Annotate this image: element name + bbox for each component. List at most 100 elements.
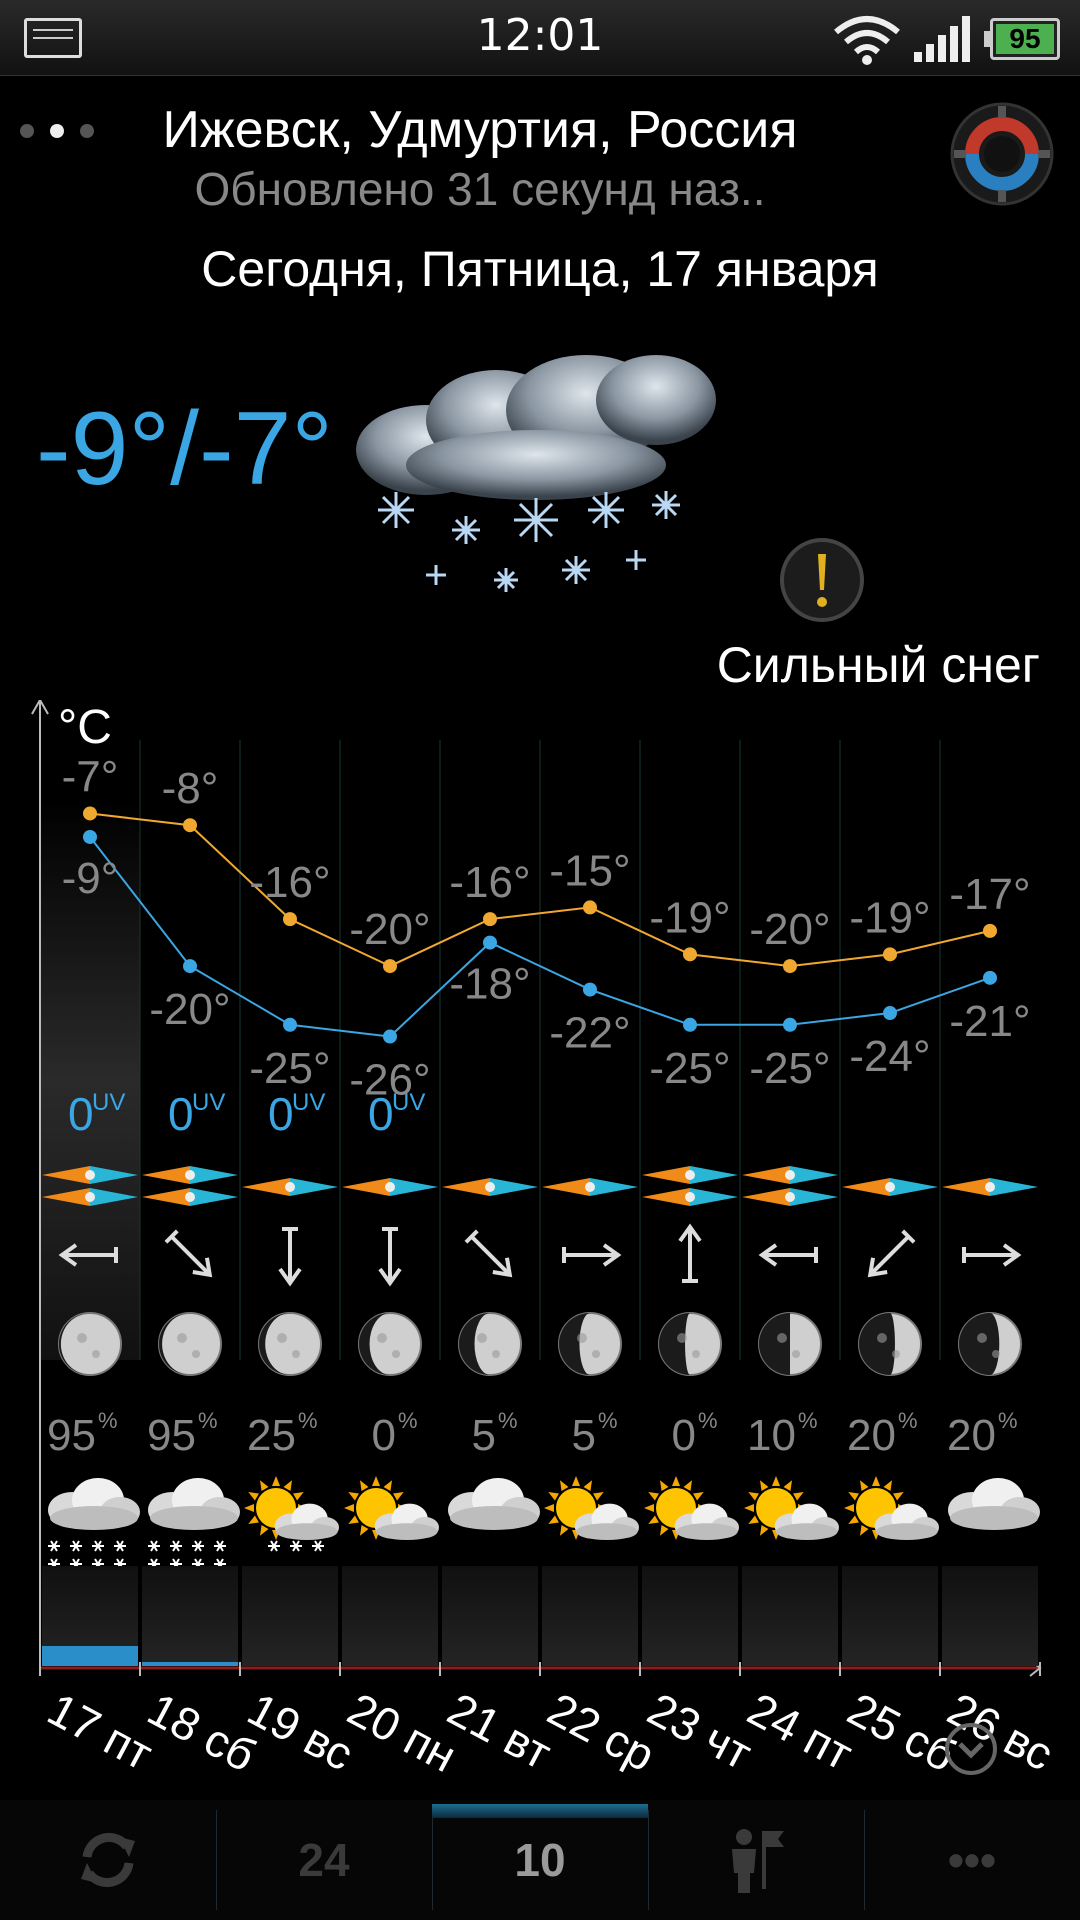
precip-chance-value: 0	[672, 1411, 696, 1460]
low-temp-point	[583, 982, 597, 997]
wind-strength-icon	[742, 1166, 838, 1184]
precip-chance-value: 5	[572, 1411, 596, 1460]
high-temp-point	[83, 806, 97, 821]
high-temp-label: -15°	[549, 846, 630, 895]
sun-ray	[583, 1480, 592, 1491]
ten-day-label: 10	[514, 1834, 566, 1886]
wind-strength-left	[842, 1178, 890, 1196]
high-temp-point	[183, 818, 197, 833]
wind-strength-left	[642, 1188, 690, 1206]
locations-button[interactable]	[648, 1800, 864, 1920]
forecast-chart[interactable]: -7° -9° 0 UV 95% 17 пт -8° -20° 0 UV 95% 18 сб -16° -…	[0, 700, 1080, 1780]
wind-direction-arrow	[278, 1227, 302, 1287]
wind-strength-left	[742, 1188, 790, 1206]
more-menu-button[interactable]: •••	[864, 1800, 1080, 1920]
moon-phase-icon	[758, 1312, 822, 1376]
status-bar: 12:01 95	[0, 0, 1080, 76]
wind-strength-center	[85, 1170, 95, 1180]
moon-phase-icon	[458, 1312, 522, 1376]
moon-phase-icon	[58, 1312, 122, 1376]
snowflake	[70, 1540, 82, 1552]
high-temp-label: -8°	[162, 764, 219, 813]
sun-ray	[348, 1515, 359, 1524]
sun-ray	[793, 1492, 804, 1501]
sun-ray	[648, 1515, 659, 1524]
sun-ray	[593, 1492, 604, 1501]
snowflake	[214, 1540, 226, 1552]
sun-ray	[248, 1492, 259, 1501]
cloud-base	[576, 1523, 638, 1540]
wind-strength-center	[985, 1182, 995, 1192]
city-name[interactable]: Ижевск, Удмуртия, Россия	[110, 100, 850, 160]
sun-ray	[293, 1492, 304, 1501]
sun-ray	[893, 1492, 904, 1501]
precip-chance-value: 20	[847, 1411, 896, 1460]
sun-ray	[644, 1504, 654, 1512]
cloud-base	[950, 1506, 1038, 1530]
cloud-base	[450, 1506, 538, 1530]
last-updated: Обновлено 31 секунд наз..	[194, 163, 766, 215]
settings-gear-icon[interactable]	[948, 100, 1056, 208]
wind-strength-center	[885, 1182, 895, 1192]
wind-strength-center	[85, 1192, 95, 1202]
moon-shadow	[859, 1313, 895, 1375]
cloud-base	[376, 1523, 438, 1540]
snow-icon	[48, 1478, 140, 1570]
sun-ray	[348, 1492, 359, 1501]
wind-strength-icon	[742, 1188, 838, 1206]
ten-day-forecast-button[interactable]: 10	[432, 1800, 648, 1920]
hourly-forecast-button[interactable]: 24	[216, 1800, 432, 1920]
precip-percent-sign: %	[198, 1408, 218, 1433]
wind-strength-left	[142, 1188, 190, 1206]
weather-alert-icon[interactable]	[778, 536, 866, 624]
wind-direction-arrow	[378, 1227, 402, 1287]
wind-direction-arrow	[164, 1229, 213, 1278]
sun-ray	[572, 1476, 580, 1486]
sun-ray	[683, 1480, 692, 1491]
cloud-icon	[448, 1478, 540, 1530]
sun-ray	[660, 1480, 669, 1491]
high-temp-label: -19°	[849, 893, 930, 942]
low-temp-label: -25°	[649, 1044, 730, 1093]
day-label: 19 вс	[240, 1683, 362, 1780]
high-temp-label: -19°	[649, 893, 730, 942]
sun-ray	[260, 1480, 269, 1491]
day-label: 17 пт	[40, 1683, 161, 1780]
precip-chance-value: 95	[147, 1411, 196, 1460]
wind-strength-right	[490, 1178, 538, 1196]
sun-ray	[848, 1492, 859, 1501]
cloud-icon	[948, 1478, 1040, 1530]
sun-ray	[272, 1476, 280, 1486]
sun-ray	[344, 1504, 354, 1512]
moon-phase-icon	[858, 1312, 922, 1376]
wind-strength-icon	[942, 1178, 1038, 1196]
sun-ray	[260, 1525, 269, 1536]
sun-ray	[548, 1515, 559, 1524]
wind-strength-left	[642, 1166, 690, 1184]
sun-ray	[372, 1476, 380, 1486]
precip-bar-bg	[142, 1566, 238, 1666]
wind-strength-left	[342, 1178, 390, 1196]
high-temp-label: -7°	[62, 752, 119, 801]
moon-crater	[677, 1333, 687, 1343]
wind-strength-icon	[442, 1178, 538, 1196]
wind-direction-arrow	[464, 1229, 513, 1278]
moon-crater	[92, 1350, 100, 1358]
scroll-down-icon[interactable]	[944, 1722, 998, 1776]
sun-ray	[248, 1515, 259, 1524]
wind-strength-right	[190, 1166, 238, 1184]
low-temp-point	[983, 970, 997, 985]
page-indicator[interactable]	[20, 124, 100, 144]
low-temp-point	[83, 829, 97, 844]
high-temp-label: -20°	[349, 905, 430, 954]
wind-strength-center	[785, 1192, 795, 1202]
moon-crater	[192, 1350, 200, 1358]
wind-strength-center	[685, 1170, 695, 1180]
arrow-shaft	[470, 1235, 510, 1275]
heavy-snow-icon	[356, 355, 716, 592]
bottom-navigation: 24 10 •••	[0, 1800, 1080, 1920]
sun-ray	[760, 1480, 769, 1491]
refresh-button[interactable]	[0, 1800, 216, 1920]
wind-strength-right	[290, 1178, 338, 1196]
precip-chance-value: 95	[47, 1411, 96, 1460]
